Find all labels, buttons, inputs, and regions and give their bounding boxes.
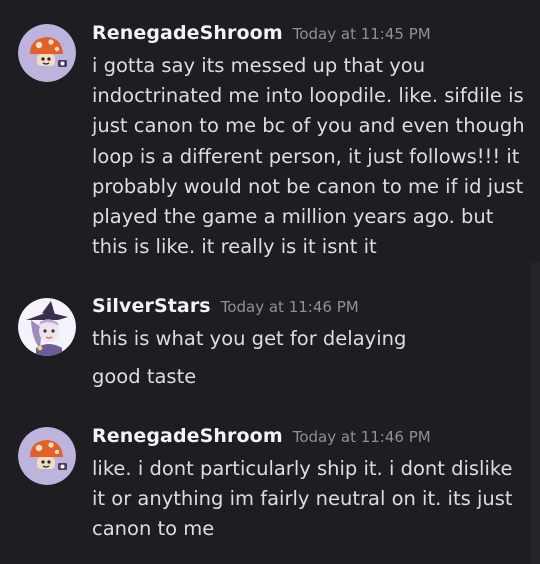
scrollbar-track[interactable] [531,262,540,564]
message-line: indoctrinated me into loopdile. like. si… [92,84,524,108]
timestamp[interactable]: Today at 11:46 PM [293,428,431,446]
message-header: RenegadeShroom Today at 11:46 PM [92,425,431,447]
chat-message-list: RenegadeShroom Today at 11:45 PM i gotta … [0,0,540,564]
timestamp[interactable]: Today at 11:46 PM [221,298,359,316]
witch-character-avatar-icon[interactable] [18,298,76,356]
username[interactable]: RenegadeShroom [92,425,283,447]
username[interactable]: RenegadeShroom [92,22,283,44]
message-header: SilverStars Today at 11:46 PM [92,295,359,317]
message-line: just canon to me bc of you and even thou… [92,114,525,138]
message-content: good taste [92,362,522,392]
username[interactable]: SilverStars [92,295,211,317]
message-line: probably would not be canon to me if id … [92,174,524,198]
timestamp[interactable]: Today at 11:45 PM [293,25,431,43]
message-line: canon to me [92,517,215,541]
mushroom-avatar-icon[interactable] [18,24,76,82]
mushroom-avatar-icon[interactable] [18,427,76,485]
message-header: RenegadeShroom Today at 11:45 PM [92,22,431,44]
message-line: it or anything im fairly neutral on it. … [92,487,513,511]
message-line: loop is a different person, it just foll… [92,144,520,168]
message-line: good taste [92,365,197,388]
message-line: this is like. it really is it isnt it [92,235,377,259]
message-line: this is what you get for delaying [92,327,407,350]
message-line: i gotta say its messed up that you [92,54,426,77]
message-line: played the game a million years ago. but [92,205,494,229]
message-content: like. i dont particularly ship it. i don… [92,454,522,545]
message-content: this is what you get for delaying [92,324,522,354]
message-line: like. i dont particularly ship it. i don… [92,457,513,480]
message-content: i gotta say its messed up that you indoc… [92,51,525,262]
